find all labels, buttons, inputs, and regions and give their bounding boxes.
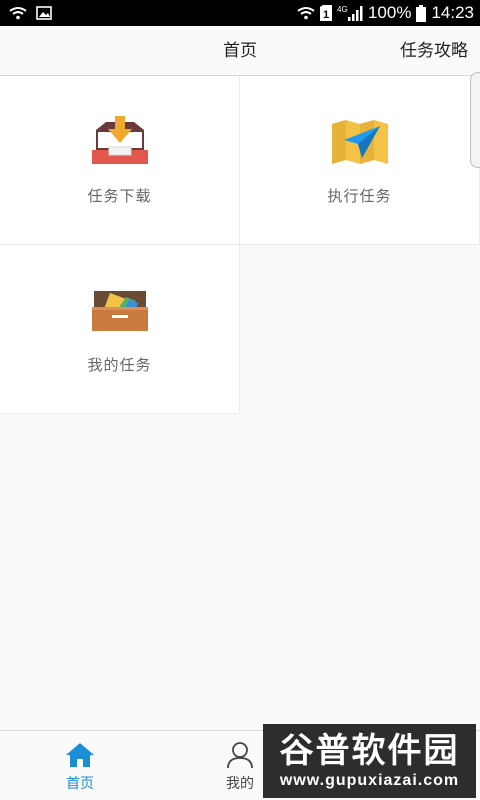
watermark: 谷普软件园 www.gupuxiazai.com (263, 724, 476, 798)
home-icon (65, 740, 95, 770)
network-type: 4G (337, 5, 348, 14)
status-bar: 1 4G 100% 14:23 (0, 0, 480, 26)
sim-number: 1 (323, 9, 329, 21)
map-navigation-icon (330, 116, 390, 168)
task-guide-link[interactable]: 任务攻略 (400, 26, 468, 76)
tile-execute-task[interactable]: 执行任务 (240, 76, 480, 245)
status-left (8, 6, 52, 20)
nav-label: 首页 (66, 776, 94, 792)
wifi-icon (297, 6, 315, 20)
clock: 14:23 (431, 3, 474, 22)
nav-item-home[interactable]: 首页 (40, 731, 120, 800)
wifi-calling-icon (8, 6, 28, 20)
status-right: 1 4G 100% 14:23 (297, 3, 474, 23)
sim-card-icon: 1 (319, 5, 332, 21)
app-header: 首页 任务攻略 (0, 26, 480, 76)
gallery-icon (36, 6, 52, 20)
inbox-download-icon (90, 116, 150, 168)
battery-percent: 100% (367, 3, 412, 22)
tile-task-download[interactable]: 任务下载 (0, 76, 240, 245)
tile-label: 我的任务 (87, 356, 152, 374)
drawer-box-icon (90, 285, 150, 337)
person-icon (226, 740, 254, 770)
watermark-url: www.gupuxiazai.com (279, 772, 460, 789)
side-drawer-handle[interactable] (470, 72, 480, 168)
watermark-title: 谷普软件园 (279, 731, 460, 771)
nav-label: 我的 (226, 776, 254, 792)
tile-label: 任务下载 (87, 187, 152, 205)
signal-icon: 4G (337, 5, 363, 21)
battery-icon (416, 4, 427, 22)
tile-label: 执行任务 (327, 187, 392, 205)
tile-my-tasks[interactable]: 我的任务 (0, 245, 240, 414)
